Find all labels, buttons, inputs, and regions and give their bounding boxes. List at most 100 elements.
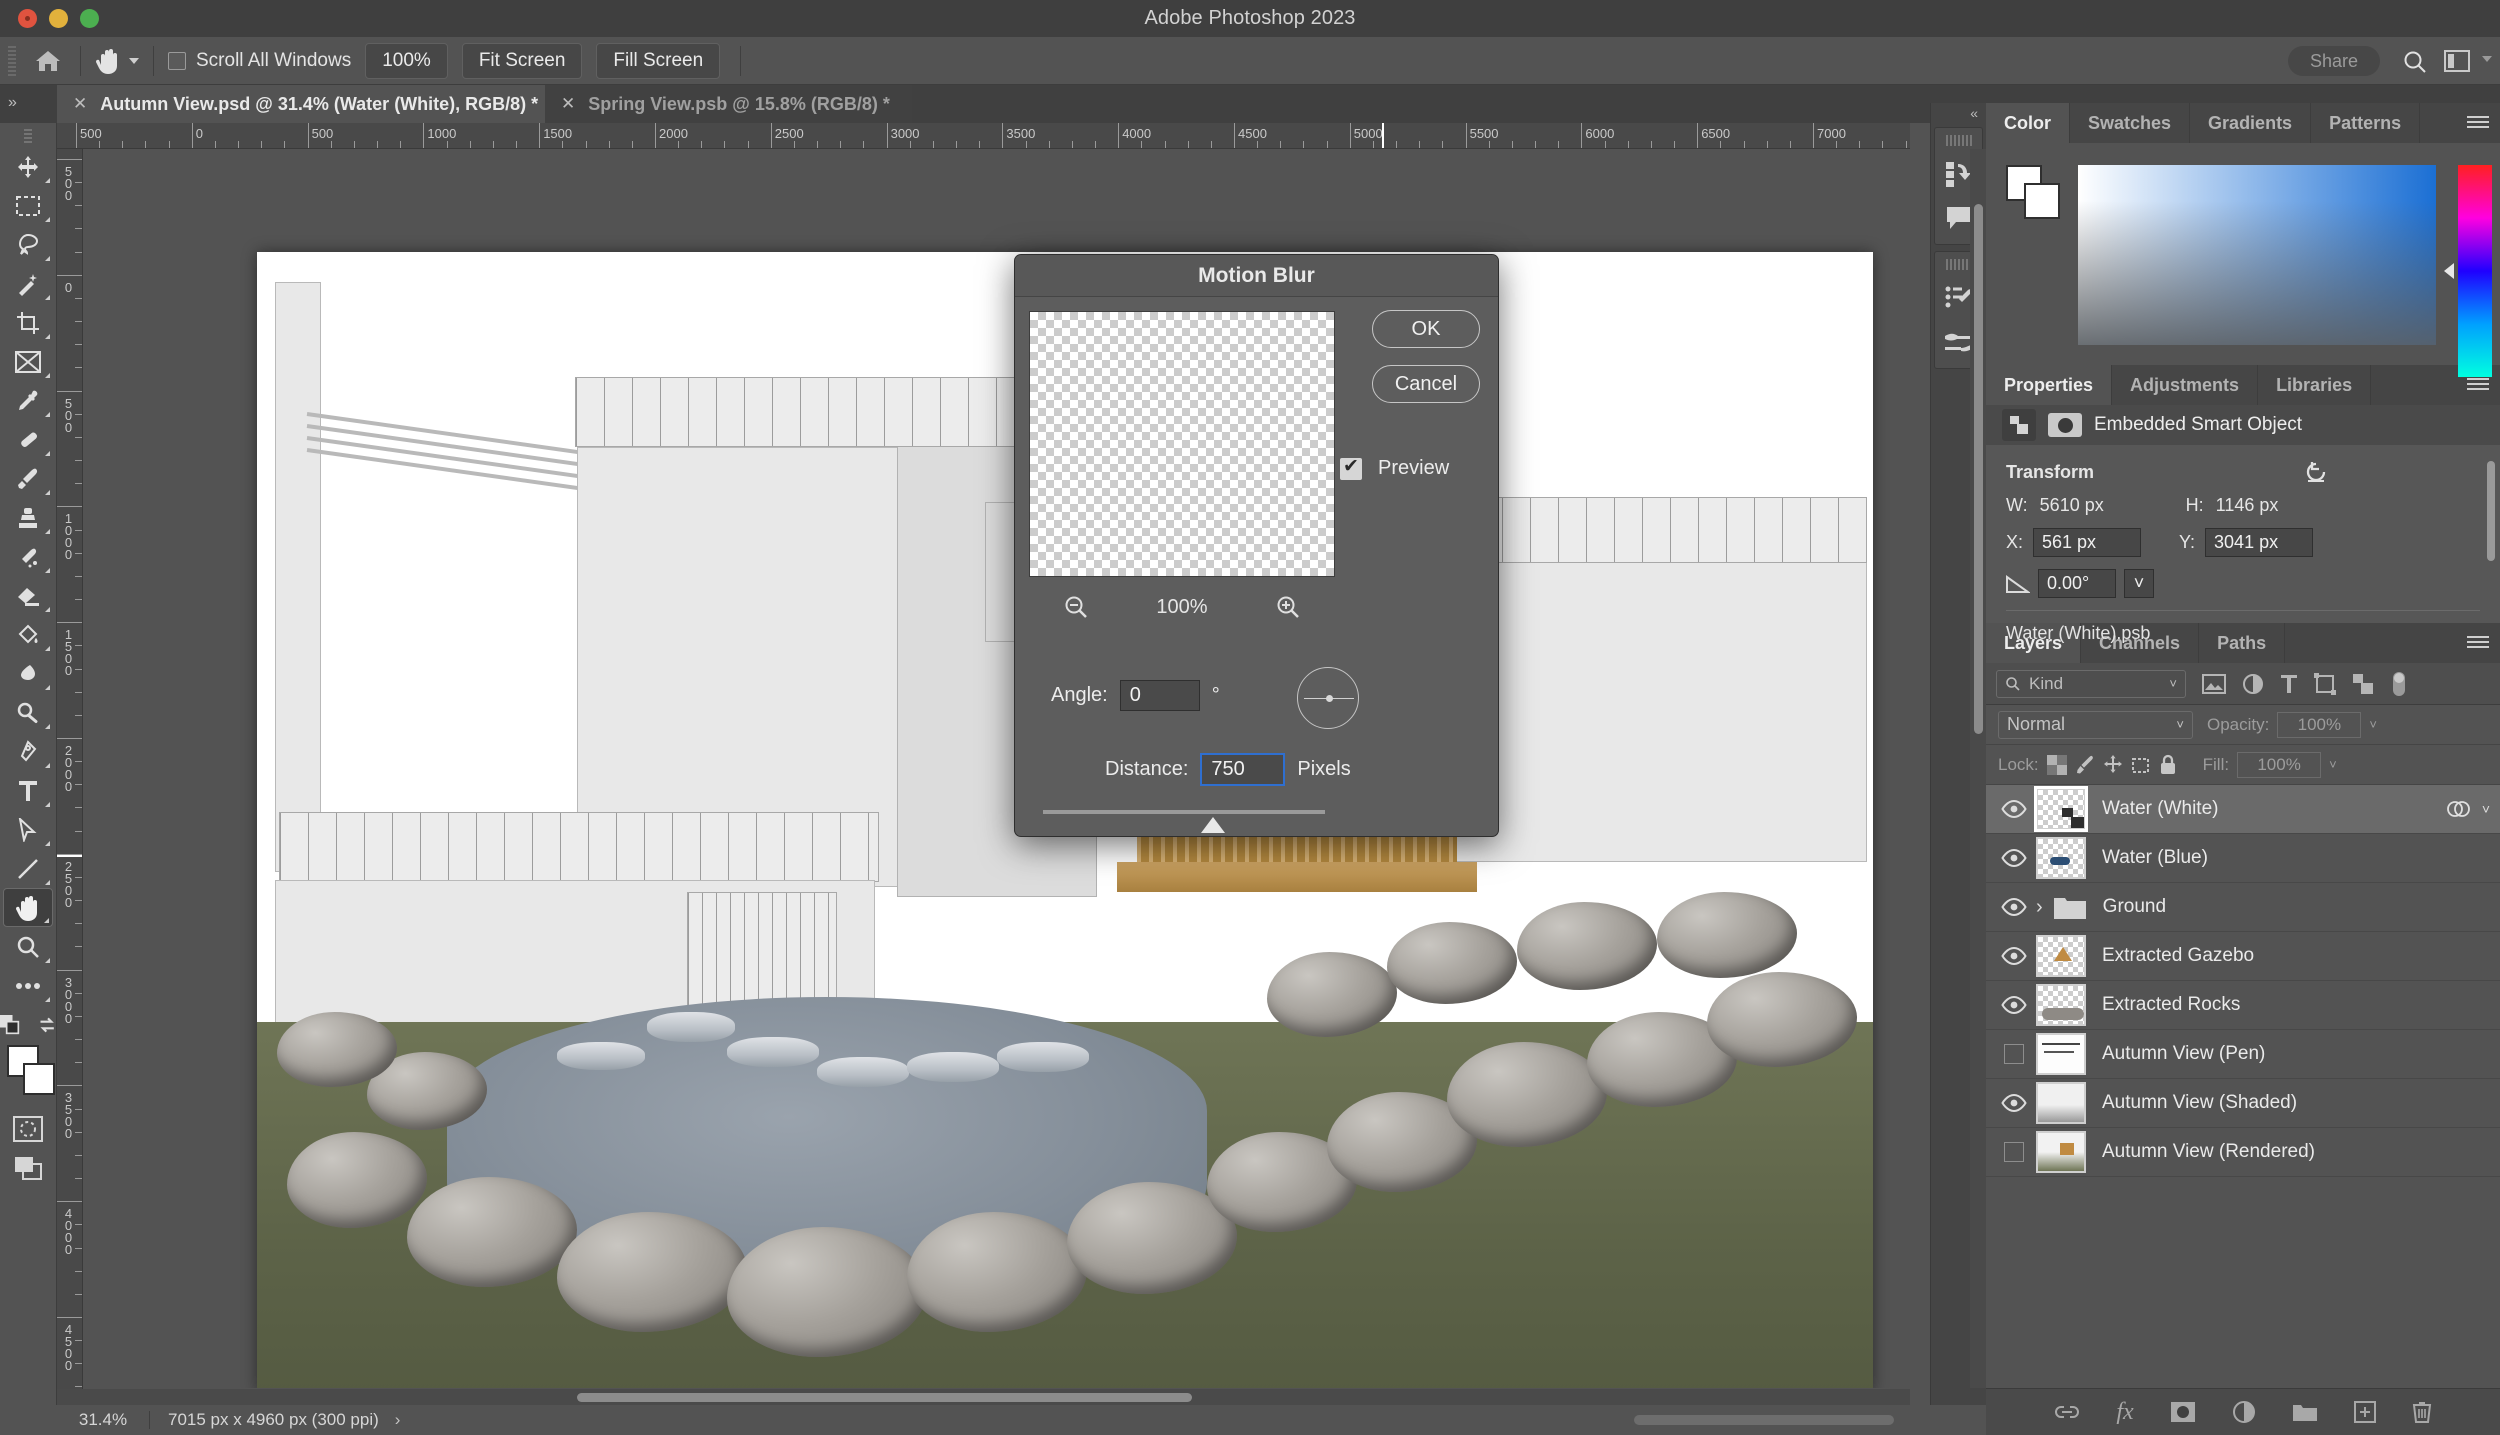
blur-tool[interactable] [3, 654, 53, 693]
filter-smart-object-icon[interactable] [2352, 673, 2374, 695]
quick-mask-button[interactable] [3, 1109, 53, 1148]
zoom-tool[interactable] [3, 927, 53, 966]
horizontal-ruler[interactable]: 500 0 500 1000 1500 2000 2500 3000 3500 4000 4500 5… [57, 123, 1910, 149]
tab-adjustments[interactable]: Adjustments [2112, 365, 2259, 405]
brush-tool[interactable] [3, 459, 53, 498]
filter-pixel-icon[interactable] [2202, 673, 2226, 694]
canvas-horizontal-scrollbar[interactable] [57, 1389, 1910, 1405]
preview-option[interactable]: Preview [1340, 455, 1480, 480]
panel-menu-icon[interactable] [2456, 103, 2500, 143]
layer-visibility-eye-icon[interactable] [1992, 849, 2036, 867]
distance-slider-thumb[interactable] [1201, 817, 1225, 833]
link-layers-icon[interactable] [2054, 1403, 2080, 1421]
scroll-all-windows-checkbox[interactable] [168, 51, 186, 70]
delete-layer-icon[interactable] [2412, 1400, 2432, 1424]
add-mask-icon[interactable] [2170, 1401, 2196, 1423]
layer-visibility-eye-icon[interactable] [1992, 800, 2036, 818]
fit-screen-button[interactable]: Fit Screen [461, 42, 583, 79]
distance-input[interactable]: 750 [1200, 753, 1286, 786]
tab-swatches[interactable]: Swatches [2070, 103, 2191, 143]
layer-visibility-eye-icon[interactable] [1992, 996, 2036, 1014]
dialog-preview-canvas[interactable] [1029, 311, 1335, 577]
chevron-down-icon[interactable]: ˅ [2124, 569, 2154, 598]
screen-mode-button[interactable] [3, 1148, 53, 1187]
edit-toolbar-button[interactable] [3, 966, 53, 1005]
layer-effects-group[interactable]: ˅ [2446, 798, 2490, 820]
rectangular-marquee-tool[interactable] [3, 186, 53, 225]
workspace-switcher-icon[interactable] [2444, 50, 2470, 72]
chevron-down-icon[interactable]: ˅ [2169, 676, 2177, 691]
layers-list[interactable]: Water (White) ˅ Water (Blue) › Ground Extract… [1986, 785, 2500, 1177]
new-group-icon[interactable] [2292, 1402, 2318, 1422]
fill-input[interactable]: 100% [2237, 751, 2322, 778]
canvas-vertical-scrollbar[interactable] [1970, 149, 1986, 1388]
tab-gradients[interactable]: Gradients [2190, 103, 2312, 143]
table-row[interactable]: Water (Blue) [1986, 834, 2500, 883]
active-tool-preset[interactable] [95, 47, 139, 75]
table-row[interactable]: Water (White) ˅ [1986, 785, 2500, 834]
zoom-100-button[interactable]: 100% [365, 42, 448, 79]
zoom-in-icon[interactable] [1275, 594, 1301, 620]
history-brush-tool[interactable] [3, 537, 53, 576]
collapse-panels-icon[interactable]: » [8, 94, 17, 112]
table-row[interactable]: Autumn View (Rendered) [1986, 1128, 2500, 1177]
layer-thumbnail[interactable] [2036, 935, 2086, 977]
dodge-tool[interactable] [3, 693, 53, 732]
layer-thumbnail[interactable] [2036, 984, 2086, 1026]
filter-type-icon[interactable] [2280, 673, 2298, 695]
line-tool[interactable] [3, 849, 53, 888]
tab-color[interactable]: Color [1986, 103, 2070, 143]
table-row[interactable]: Extracted Rocks [1986, 981, 2500, 1030]
y-input[interactable]: 3041 px [2205, 528, 2314, 557]
fill-screen-button[interactable]: Fill Screen [596, 42, 721, 79]
reset-transform-icon[interactable] [2304, 461, 2328, 483]
layer-thumbnail[interactable] [2036, 837, 2086, 879]
chevron-down-icon[interactable] [129, 57, 139, 64]
x-input[interactable]: 561 px [2033, 528, 2142, 557]
chevron-down-icon[interactable]: ˅ [2329, 757, 2337, 772]
lasso-tool[interactable] [3, 225, 53, 264]
dock-grip[interactable] [1945, 259, 1972, 270]
options-bar-grip[interactable] [8, 45, 16, 76]
tools-panel-grip[interactable] [24, 129, 32, 143]
background-color-swatch[interactable] [23, 1063, 55, 1095]
properties-scrollbar[interactable] [2487, 461, 2495, 561]
layer-visibility-eye-icon[interactable] [1992, 947, 2036, 965]
group-expand-chevron-icon[interactable]: › [2036, 896, 2043, 919]
layer-effects-icon[interactable] [2446, 798, 2470, 820]
table-row[interactable]: Autumn View (Pen) [1986, 1030, 2500, 1079]
chevron-right-icon[interactable]: › [395, 1410, 401, 1430]
eraser-tool[interactable] [3, 576, 53, 615]
layer-filter-kind-select[interactable]: Kind ˅ [1996, 669, 2186, 698]
layer-visibility-off-icon[interactable] [1992, 1142, 2036, 1162]
canvas-area[interactable] [83, 149, 1910, 1388]
tab-spring-view[interactable]: ✕ Spring View.psb @ 15.8% (RGB/8) * [545, 85, 912, 123]
spot-healing-brush-tool[interactable] [3, 420, 53, 459]
home-icon[interactable] [30, 37, 66, 85]
cancel-button[interactable]: Cancel [1372, 365, 1480, 403]
hand-tool[interactable] [3, 888, 53, 927]
type-tool[interactable] [3, 771, 53, 810]
table-row[interactable]: Extracted Gazebo [1986, 932, 2500, 981]
zoom-out-icon[interactable] [1063, 594, 1089, 620]
chevron-down-icon[interactable] [2482, 56, 2492, 62]
layer-visibility-off-icon[interactable] [1992, 1044, 2036, 1064]
filter-shape-icon[interactable] [2314, 672, 2336, 695]
angle-dial-icon[interactable] [1297, 667, 1359, 729]
path-selection-tool[interactable] [3, 810, 53, 849]
tab-libraries[interactable]: Libraries [2258, 365, 2372, 405]
frame-tool[interactable] [3, 342, 53, 381]
layer-visibility-eye-icon[interactable] [1992, 1094, 2036, 1112]
crop-tool[interactable] [3, 303, 53, 342]
share-button[interactable]: Share [2287, 46, 2380, 76]
dock-grip[interactable] [1945, 135, 1972, 146]
gradient-tool[interactable] [3, 615, 53, 654]
tab-autumn-view[interactable]: ✕ Autumn View.psd @ 31.4% (Water (White)… [57, 85, 561, 123]
chevron-down-icon[interactable]: ˅ [2482, 801, 2490, 817]
close-icon[interactable]: ✕ [73, 94, 87, 114]
lock-image-icon[interactable] [2075, 755, 2095, 775]
distance-slider-track[interactable] [1043, 810, 1325, 814]
new-layer-icon[interactable] [2353, 1401, 2376, 1423]
lock-position-icon[interactable] [2103, 754, 2123, 775]
move-tool[interactable] [3, 147, 53, 186]
